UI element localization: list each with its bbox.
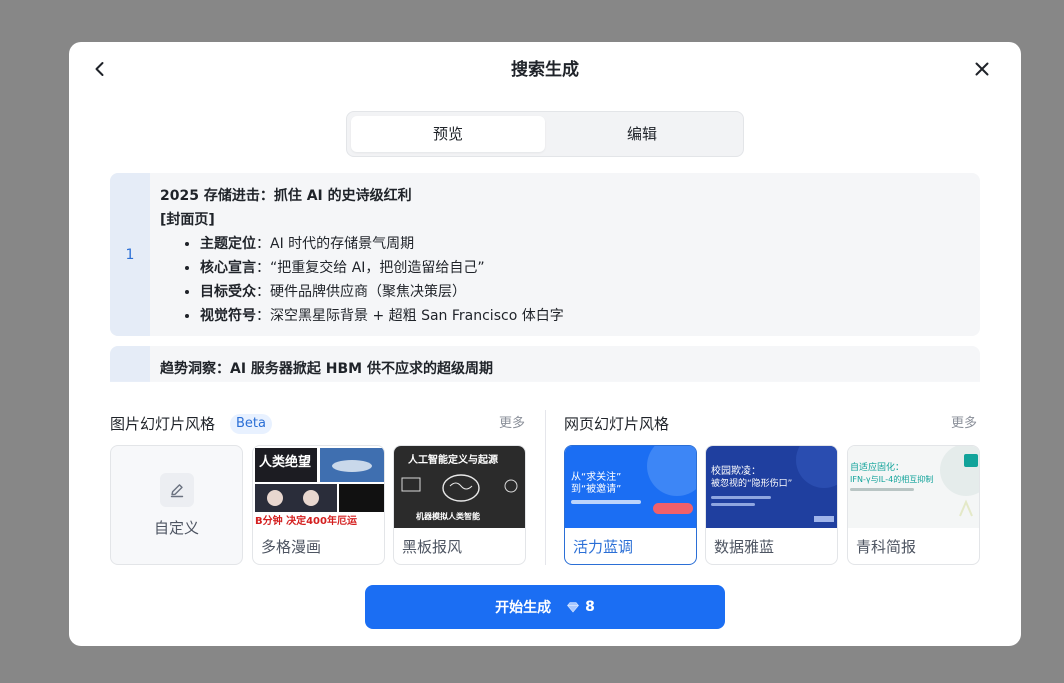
start-generate-label: 开始生成 — [495, 600, 552, 616]
outline-slide-card[interactable]: 1 2025 存储进击：抓住 AI 的史诗级红利 [封面页] 主题定位：AI 时… — [110, 173, 980, 336]
section-divider — [545, 410, 546, 565]
slide-title: 趋势洞察：AI 服务器掀起 HBM 供不应求的超级周期 — [160, 361, 493, 377]
close-button[interactable] — [971, 58, 993, 80]
slide-number: 2 — [110, 346, 150, 382]
slide-title: 2025 存储进击：抓住 AI 的史诗级红利 — [160, 188, 412, 204]
style-card-label: 数据雅蓝 — [714, 538, 775, 556]
start-generate-button[interactable]: 开始生成 8 — [365, 585, 725, 629]
manga-thumb-caption: B分钟 决定400年厄运 — [255, 514, 357, 527]
style-card-data-navy[interactable]: 校园欺凌： 被忽视的“隐形伤口” 数据雅蓝 — [705, 445, 838, 565]
teal-thumb-line1: 自适应固化： — [850, 461, 904, 473]
blackboard-thumbnail: 人工智能定义与起源 机器模拟人类智能 — [394, 446, 525, 528]
style-card-label: 活力蓝调 — [573, 538, 634, 556]
web-style-more-link[interactable]: 更多 — [951, 414, 977, 434]
style-card-label: 青科简报 — [856, 538, 917, 556]
manga-thumbnail: 人类绝望 B分钟 决定400年厄运 — [253, 446, 384, 528]
bullet-key: 视觉符号 — [200, 308, 256, 324]
search-generate-dialog: 搜索生成 预览 编辑 1 2025 存储进击：抓住 AI 的史诗级红利 [封面页… — [69, 42, 1021, 646]
style-card-custom[interactable]: 自定义 — [110, 445, 243, 565]
style-card-label: 黑板报风 — [402, 538, 463, 556]
image-style-label: 图片幻灯片风格 — [110, 415, 216, 433]
diamond-icon — [567, 602, 580, 613]
bullet-key: 目标受众 — [200, 284, 256, 300]
outline-fade — [110, 380, 980, 394]
style-card-vibrant-blue[interactable]: 从“求关注” 到“被邀请” 活力蓝调 — [564, 445, 697, 565]
tab-preview[interactable]: 预览 — [351, 116, 545, 152]
style-card-teal-brief[interactable]: 自适应固化： IFN-γ与IL-4的相互抑制 青科简报 — [847, 445, 980, 565]
teal-brief-thumbnail: 自适应固化： IFN-γ与IL-4的相互抑制 — [848, 446, 979, 528]
outline-slide-card[interactable]: 2 趋势洞察：AI 服务器掀起 HBM 供不应求的超级周期 — [110, 346, 980, 382]
slide-number: 1 — [110, 173, 150, 336]
blackboard-thumb-subtitle: 机器模拟人类智能 — [416, 511, 480, 521]
bullet-value: ：硬件品牌供应商（聚焦决策层） — [256, 284, 466, 300]
style-card-label: 自定义 — [153, 519, 199, 537]
slide-bullet: 主题定位：AI 时代的存储景气周期 — [200, 232, 564, 256]
outline-list[interactable]: 1 2025 存储进击：抓住 AI 的史诗级红利 [封面页] 主题定位：AI 时… — [110, 173, 980, 382]
navy-thumb-line1: 校园欺凌： — [711, 464, 761, 477]
credit-cost: 8 — [585, 599, 595, 615]
bullet-value: ：“把重复交给 AI，把创造留给自己” — [256, 260, 485, 276]
bullet-key: 主题定位 — [200, 236, 256, 252]
slide-page-type: [封面页] — [160, 212, 215, 228]
slide-bullet: 视觉符号：深空黑星际背景 + 超粗 San Francisco 体白字 — [200, 304, 564, 328]
manga-thumb-headline: 人类绝望 — [259, 454, 311, 470]
data-navy-thumbnail: 校园欺凌： 被忽视的“隐形伤口” — [706, 446, 837, 528]
vibrant-thumb-line1: 从“求关注” — [571, 470, 621, 483]
style-card-manga[interactable]: 人类绝望 B分钟 决定400年厄运 多格漫画 — [252, 445, 385, 565]
beta-badge: Beta — [230, 414, 272, 434]
style-card-blackboard[interactable]: 人工智能定义与起源 机器模拟人类智能 黑板报风 — [393, 445, 526, 565]
web-style-label: 网页幻灯片风格 — [564, 415, 670, 433]
bullet-key: 核心宣言 — [200, 260, 256, 276]
blackboard-thumb-title: 人工智能定义与起源 — [408, 453, 498, 466]
style-card-label: 多格漫画 — [261, 538, 322, 556]
dialog-title: 搜索生成 — [511, 60, 579, 80]
bullet-value: ：AI 时代的存储景气周期 — [256, 236, 415, 252]
vibrant-thumb-line2: 到“被邀请” — [571, 482, 621, 495]
close-icon — [975, 62, 989, 76]
image-style-more-link[interactable]: 更多 — [499, 414, 525, 434]
teal-thumb-line2: IFN-γ与IL-4的相互抑制 — [850, 474, 933, 484]
slide-bullet: 核心宣言：“把重复交给 AI，把创造留给自己” — [200, 256, 564, 280]
vibrant-blue-thumbnail: 从“求关注” 到“被邀请” — [565, 446, 696, 528]
edit-icon — [160, 473, 194, 507]
view-tabs: 预览 编辑 — [346, 111, 744, 157]
slide-bullet: 目标受众：硬件品牌供应商（聚焦决策层） — [200, 280, 564, 304]
tab-edit[interactable]: 编辑 — [545, 116, 739, 152]
navy-thumb-line2: 被忽视的“隐形伤口” — [711, 477, 792, 489]
bullet-value: ：深空黑星际背景 + 超粗 San Francisco 体白字 — [256, 308, 564, 324]
